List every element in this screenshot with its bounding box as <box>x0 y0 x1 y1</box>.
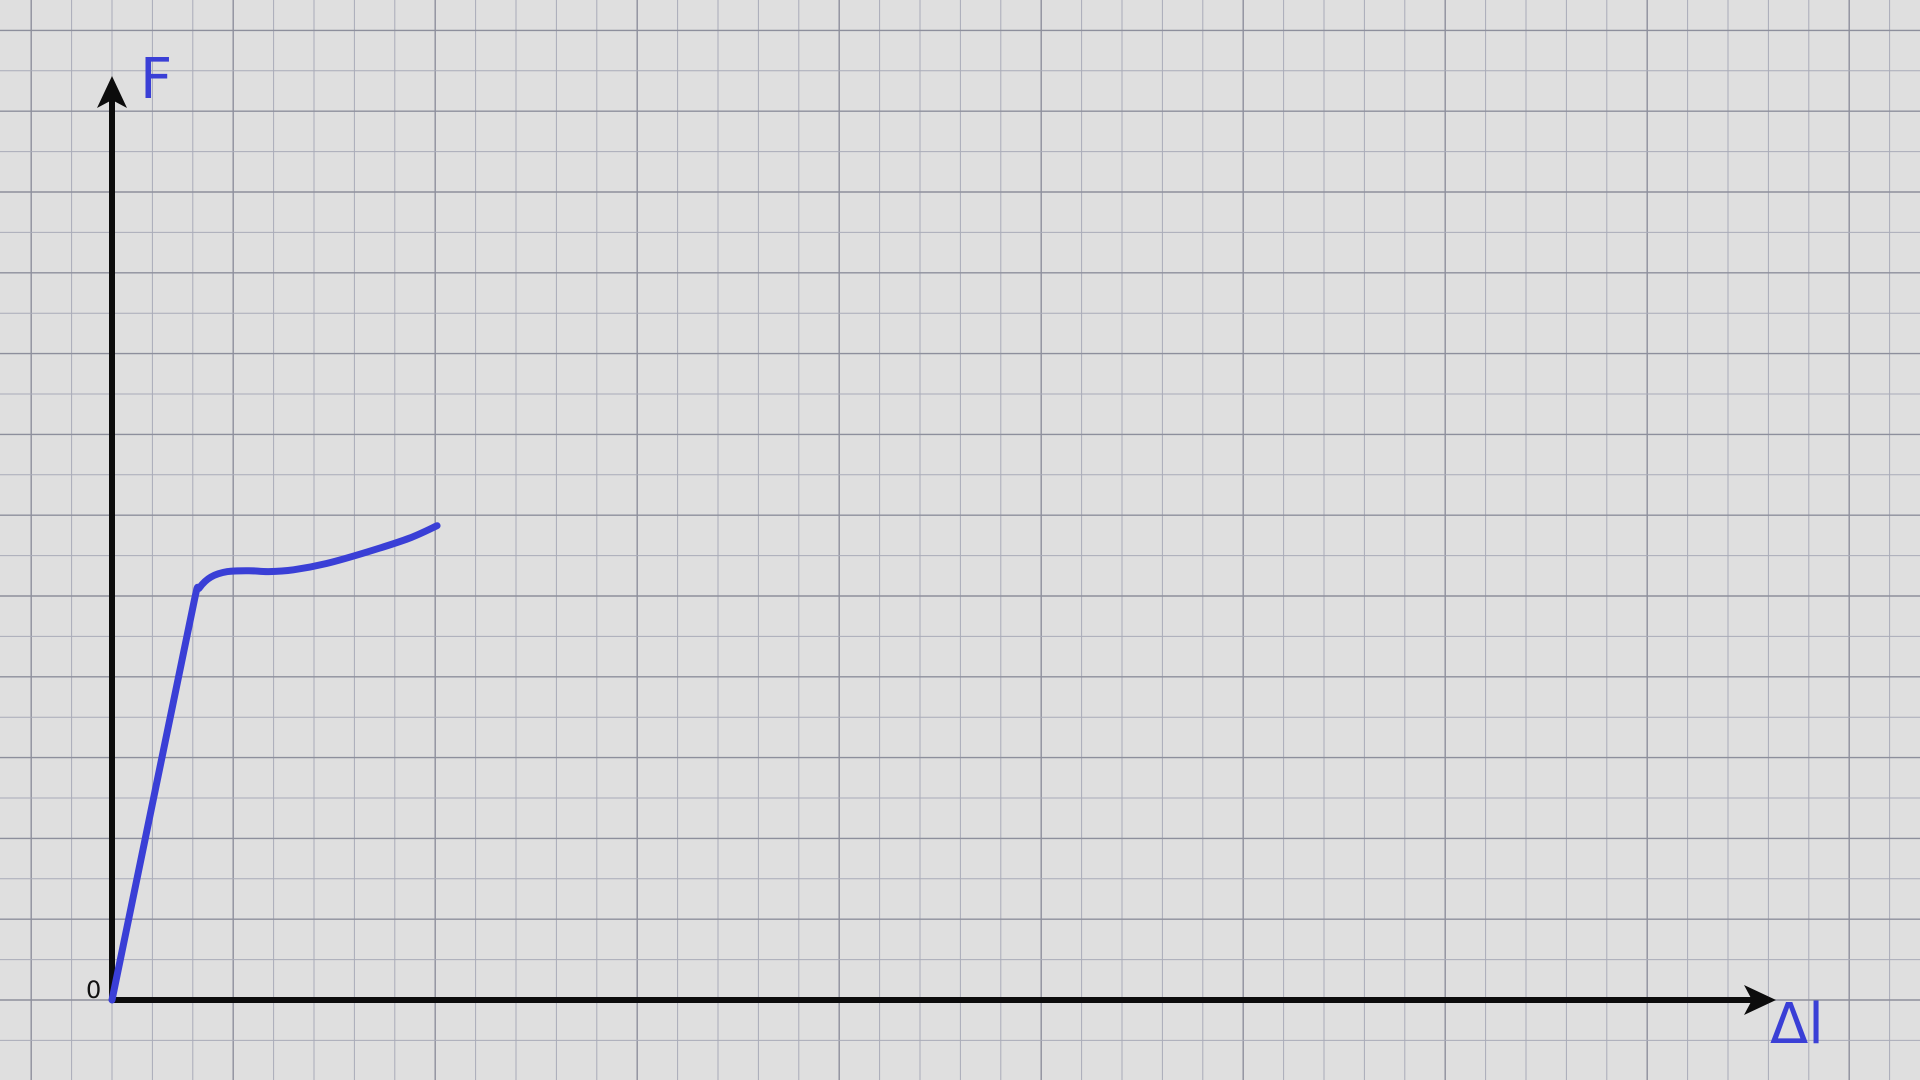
series-group <box>108 522 441 1004</box>
y-axis-label: F <box>140 47 172 112</box>
force-extension-curve <box>108 522 441 1004</box>
chart-stage: F Δl 0 <box>0 0 1920 1080</box>
force-extension-chart: F Δl 0 <box>0 0 1920 1080</box>
axes <box>97 76 1776 1015</box>
graph-paper-grid <box>0 0 1920 1080</box>
x-axis-label: Δl <box>1770 992 1824 1057</box>
origin-label: 0 <box>86 976 101 1004</box>
